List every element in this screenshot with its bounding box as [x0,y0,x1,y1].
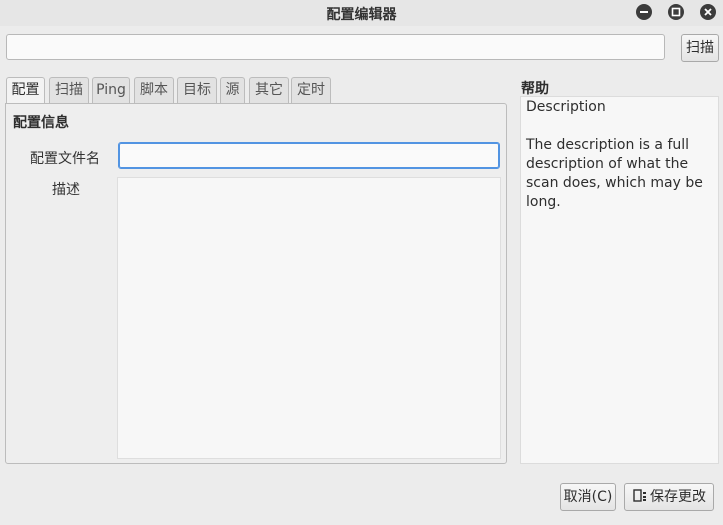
profile-name-input[interactable] [118,142,500,169]
help-text: The description is a full description of… [526,137,703,210]
tab-other[interactable]: 其它 [249,77,289,103]
tab-source[interactable]: 源 [220,77,245,103]
help-panel: Description The description is a full de… [520,96,719,464]
tab-script[interactable]: 脚本 [134,77,174,103]
close-icon [704,8,712,16]
help-title: Description [526,99,606,115]
minimize-button[interactable] [636,4,652,20]
tab-ping[interactable]: Ping [92,77,130,103]
scan-button[interactable]: 扫描 [681,34,719,62]
save-changes-label: 保存更改 [650,489,706,505]
help-heading: 帮助 [521,81,549,97]
profile-name-label: 配置文件名 [30,151,100,167]
profile-panel: 配置信息 配置文件名 描述 [5,103,507,464]
profile-info-heading: 配置信息 [13,115,69,131]
tab-timing[interactable]: 定时 [291,77,331,103]
tab-scan[interactable]: 扫描 [49,77,89,103]
close-button[interactable] [700,4,716,20]
command-input[interactable] [6,34,665,60]
save-changes-button[interactable]: 保存更改 [624,483,714,511]
window-title: 配置编辑器 [326,7,397,23]
tab-target[interactable]: 目标 [177,77,217,103]
maximize-icon [671,7,681,17]
tab-profile[interactable]: 配置 [6,77,45,104]
save-icon [633,489,646,502]
maximize-button[interactable] [668,4,684,20]
title-bar: 配置编辑器 [0,0,723,26]
minimize-icon [640,11,648,13]
description-textarea[interactable] [117,177,501,459]
description-label: 描述 [52,182,80,198]
cancel-button[interactable]: 取消(C) [560,483,616,511]
